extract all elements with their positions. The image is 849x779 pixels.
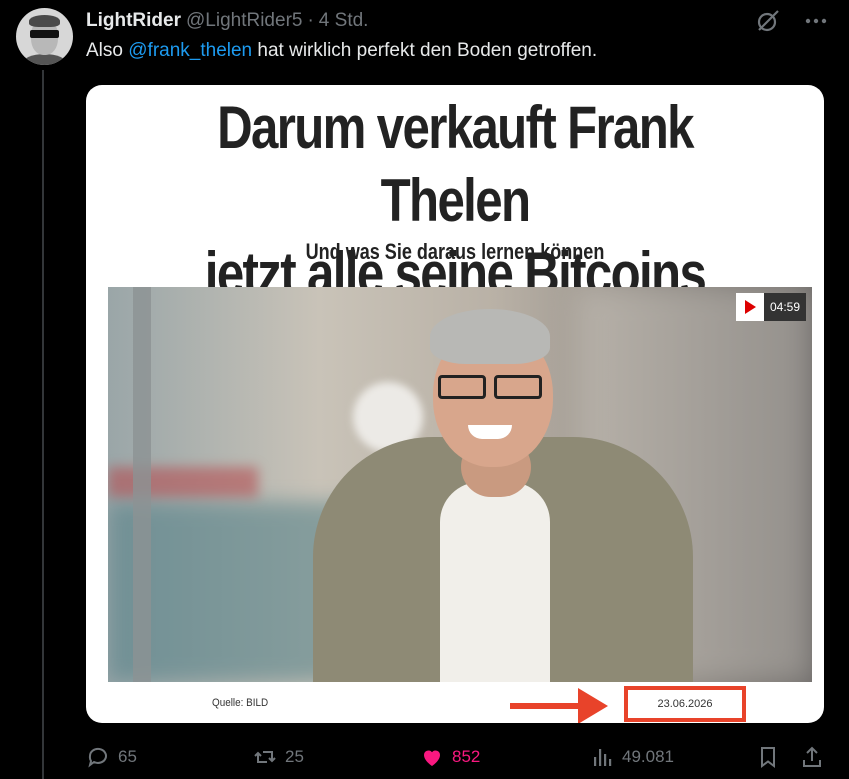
share-button[interactable]: [800, 743, 832, 771]
annotation-arrow: [510, 703, 580, 709]
bookmark-icon: [761, 747, 775, 768]
bookmark-button[interactable]: [756, 743, 788, 771]
video-duration: 04:59: [763, 293, 806, 321]
attached-image[interactable]: Darum verkauft Frank Thelen jetzt alle s…: [86, 85, 824, 723]
timestamp[interactable]: 4 Std.: [319, 10, 369, 32]
tweet-header: LightRider @LightRider5 · 4 Std.: [86, 9, 368, 33]
grok-icon[interactable]: [755, 8, 781, 34]
share-icon: [803, 746, 821, 767]
views-count: 49.081: [622, 747, 674, 766]
views-button[interactable]: 49.081: [590, 743, 674, 771]
mention-link[interactable]: @frank_thelen: [128, 40, 252, 61]
retweet-button[interactable]: 25: [253, 743, 304, 771]
tweet-text-before: Also: [86, 40, 129, 61]
like-count: 852: [452, 747, 481, 766]
article-date: 23.06.2026: [657, 698, 713, 710]
image-source: Quelle: BILD: [212, 697, 269, 709]
headline-line-1: Darum verkauft Frank Thelen: [217, 94, 694, 234]
video-badge[interactable]: 04:59: [735, 293, 806, 321]
annotation-arrow-head: [578, 688, 608, 723]
like-button[interactable]: 852: [420, 743, 480, 771]
date-highlight-box: 23.06.2026: [624, 686, 746, 722]
separator: ·: [307, 10, 314, 31]
avatar[interactable]: [16, 8, 73, 65]
subheadline: Und was Sie daraus lernen können: [305, 239, 605, 264]
video-thumbnail[interactable]: 04:59: [108, 287, 812, 682]
thread-line: [42, 70, 44, 779]
reply-icon: [88, 747, 107, 768]
headline: Darum verkauft Frank Thelen jetzt alle s…: [152, 91, 757, 310]
retweet-icon: [254, 751, 276, 763]
reply-count: 65: [118, 747, 137, 766]
tweet-actions: 65 25 852 49.081: [86, 743, 831, 771]
handle[interactable]: @LightRider5: [186, 10, 302, 32]
display-name[interactable]: LightRider: [86, 10, 181, 32]
reply-button[interactable]: 65: [86, 743, 137, 771]
tweet-text-after: hat wirklich perfekt den Boden getroffen…: [252, 40, 598, 61]
tweet-text: Also @frank_thelen hat wirklich perfekt …: [86, 40, 597, 62]
more-icon[interactable]: [803, 8, 829, 34]
play-icon[interactable]: [735, 293, 764, 321]
retweet-count: 25: [285, 747, 304, 766]
heart-icon: [424, 750, 440, 766]
views-icon: [594, 749, 612, 766]
tweet-top-actions: [755, 8, 829, 34]
